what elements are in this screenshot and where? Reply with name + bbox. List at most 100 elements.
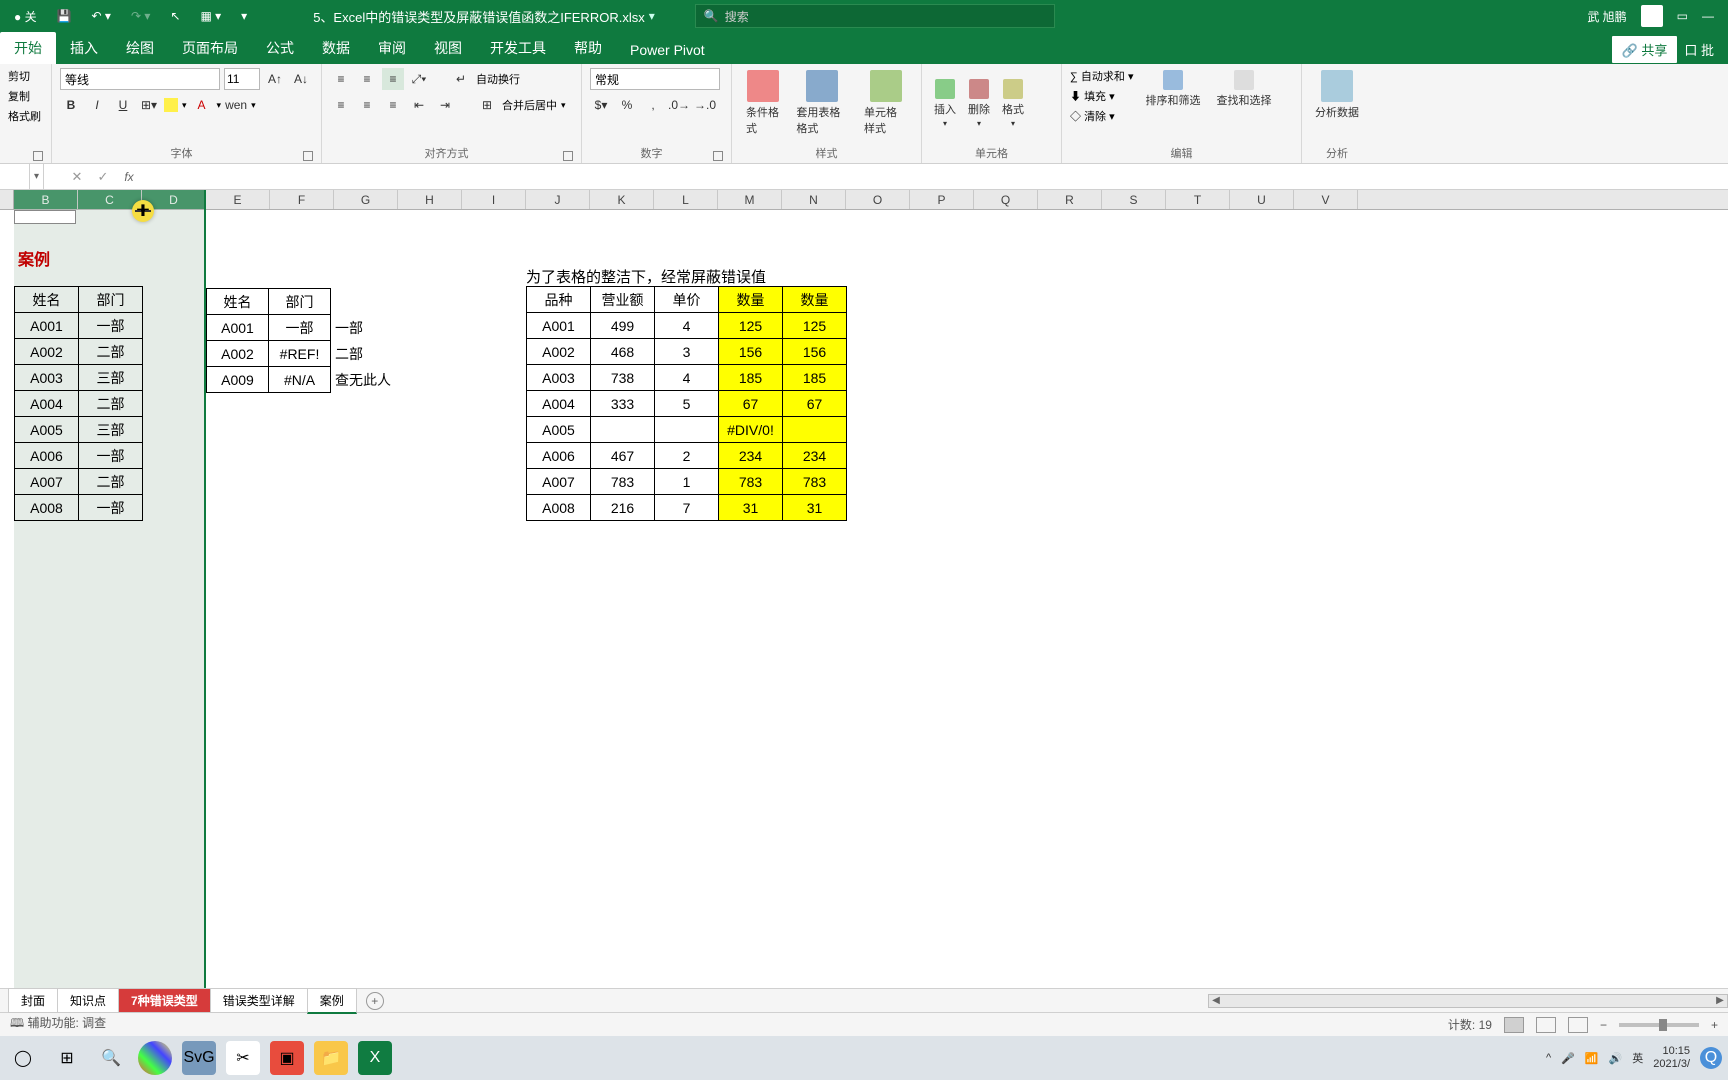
fill-button[interactable]: ⬇ 填充 ▾ [1070, 88, 1133, 104]
t2-note[interactable]: 一部 [331, 315, 394, 341]
t3-cell[interactable]: 125 [783, 313, 847, 339]
scroll-left-icon[interactable]: ◀ [1209, 995, 1223, 1006]
t3-cell[interactable]: 468 [591, 339, 655, 365]
pointer-icon[interactable]: ↖ [164, 9, 186, 23]
cut-button[interactable]: 剪切 [8, 68, 43, 84]
zoom-slider[interactable] [1619, 1023, 1699, 1027]
qat-customize-icon[interactable]: ▾ [235, 9, 253, 23]
tab-draw[interactable]: 绘图 [112, 32, 168, 64]
cancel-formula-icon[interactable]: ✕ [64, 169, 90, 185]
col-header[interactable]: F [270, 190, 334, 209]
name-box-expand-icon[interactable]: ▾ [30, 164, 44, 189]
clipboard-expand-icon[interactable] [33, 151, 43, 161]
t3-cell[interactable]: 31 [719, 495, 783, 521]
font-color-button[interactable]: A [191, 94, 213, 116]
t2-cell[interactable]: 一部 [269, 315, 331, 341]
col-header[interactable]: T [1166, 190, 1230, 209]
search-task-icon[interactable]: 🔍 [94, 1041, 128, 1075]
border-button[interactable]: ⊞▾ [138, 94, 160, 116]
tab-help[interactable]: 帮助 [560, 32, 616, 64]
t3-cell[interactable]: A002 [527, 339, 591, 365]
t3-cell[interactable]: 2 [655, 443, 719, 469]
find-select-button[interactable]: 查找和选择 [1212, 68, 1275, 124]
horizontal-scrollbar[interactable]: ◀ ▶ [1208, 994, 1728, 1008]
t3-cell[interactable]: 738 [591, 365, 655, 391]
undo-icon[interactable]: ↶ ▾ [86, 9, 117, 23]
t3-cell[interactable]: 5 [655, 391, 719, 417]
snip-icon[interactable]: ✂ [226, 1041, 260, 1075]
tab-formulas[interactable]: 公式 [252, 32, 308, 64]
bold-button[interactable]: B [60, 94, 82, 116]
t3-cell[interactable]: 783 [591, 469, 655, 495]
decrease-font-icon[interactable]: A↓ [290, 68, 312, 90]
tab-home[interactable]: 开始 [0, 32, 56, 64]
col-header[interactable]: L [654, 190, 718, 209]
align-expand-icon[interactable] [563, 151, 573, 161]
col-header[interactable]: U [1230, 190, 1294, 209]
t3-cell[interactable]: 156 [719, 339, 783, 365]
zoom-out-button[interactable]: − [1600, 1018, 1607, 1032]
t3-cell[interactable]: A006 [527, 443, 591, 469]
app-icon[interactable]: SvG [182, 1041, 216, 1075]
col-header[interactable]: P [910, 190, 974, 209]
tab-developer[interactable]: 开发工具 [476, 32, 560, 64]
task-view-icon[interactable]: ⊞ [50, 1041, 84, 1075]
t3-cell[interactable]: A001 [527, 313, 591, 339]
t3-cell[interactable]: 67 [719, 391, 783, 417]
delete-cells-button[interactable]: 删除▾ [964, 77, 994, 130]
col-header[interactable]: S [1102, 190, 1166, 209]
col-header[interactable]: G [334, 190, 398, 209]
minimize-icon[interactable]: — [1702, 9, 1714, 23]
align-bottom-icon[interactable]: ≡ [382, 68, 404, 90]
underline-button[interactable]: U [112, 94, 134, 116]
currency-icon[interactable]: $▾ [590, 94, 612, 116]
t3-cell[interactable]: A004 [527, 391, 591, 417]
number-expand-icon[interactable] [713, 151, 723, 161]
t3-cell[interactable]: 499 [591, 313, 655, 339]
normal-view-button[interactable] [1504, 1017, 1524, 1033]
percent-icon[interactable]: % [616, 94, 638, 116]
add-sheet-button[interactable]: + [366, 992, 384, 1010]
t2-cell[interactable]: A002 [207, 341, 269, 367]
sheet-tab-active[interactable]: 案例 [307, 988, 357, 1014]
col-header[interactable]: J [526, 190, 590, 209]
page-break-view-button[interactable] [1568, 1017, 1588, 1033]
font-size-select[interactable] [224, 68, 260, 90]
copy-button[interactable]: 复制 [8, 88, 43, 104]
t1-cell[interactable]: A002 [15, 339, 79, 365]
tray-expand-icon[interactable]: ^ [1546, 1052, 1551, 1064]
accessibility-status[interactable]: 🕮 辅助功能: 调查 [10, 1014, 106, 1035]
merge-center-button[interactable]: ⊞ [476, 94, 498, 116]
font-name-select[interactable] [60, 68, 220, 90]
autosum-button[interactable]: ∑ 自动求和 ▾ [1070, 68, 1133, 84]
page-layout-view-button[interactable] [1536, 1017, 1556, 1033]
volume-icon[interactable]: 🔊 [1609, 1052, 1623, 1065]
t3-cell[interactable]: 125 [719, 313, 783, 339]
ribbon-mode-icon[interactable]: ▭ [1677, 9, 1688, 23]
increase-decimal-icon[interactable]: .0→ [668, 94, 690, 116]
t3-cell[interactable]: 185 [719, 365, 783, 391]
t3-cell[interactable]: 1 [655, 469, 719, 495]
col-header[interactable]: V [1294, 190, 1358, 209]
t2-cell[interactable]: A009 [207, 367, 269, 393]
tab-insert[interactable]: 插入 [56, 32, 112, 64]
insert-cells-button[interactable]: 插入▾ [930, 77, 960, 130]
accept-formula-icon[interactable]: ✓ [90, 169, 116, 185]
wrap-text-button[interactable]: ↵ [450, 68, 472, 90]
select-all-corner[interactable] [0, 190, 14, 209]
t3-cell[interactable]: 67 [783, 391, 847, 417]
t3-cell[interactable]: 185 [783, 365, 847, 391]
scroll-right-icon[interactable]: ▶ [1713, 995, 1727, 1006]
sort-filter-button[interactable]: 排序和筛选 [1141, 68, 1204, 124]
t1-cell[interactable]: 三部 [79, 417, 143, 443]
t3-cell[interactable]: 467 [591, 443, 655, 469]
font-expand-icon[interactable] [303, 151, 313, 161]
start-button[interactable]: ◯ [6, 1041, 40, 1075]
align-left-icon[interactable]: ≡ [330, 94, 352, 116]
t3-cell[interactable]: 216 [591, 495, 655, 521]
t1-cell[interactable]: 二部 [79, 391, 143, 417]
worksheet-grid[interactable]: B C D E F G H I J K L M N O P Q R S T U … [0, 190, 1728, 988]
save-icon[interactable]: 💾 [51, 9, 78, 23]
t3-cell[interactable] [655, 417, 719, 443]
t3-cell[interactable]: A007 [527, 469, 591, 495]
